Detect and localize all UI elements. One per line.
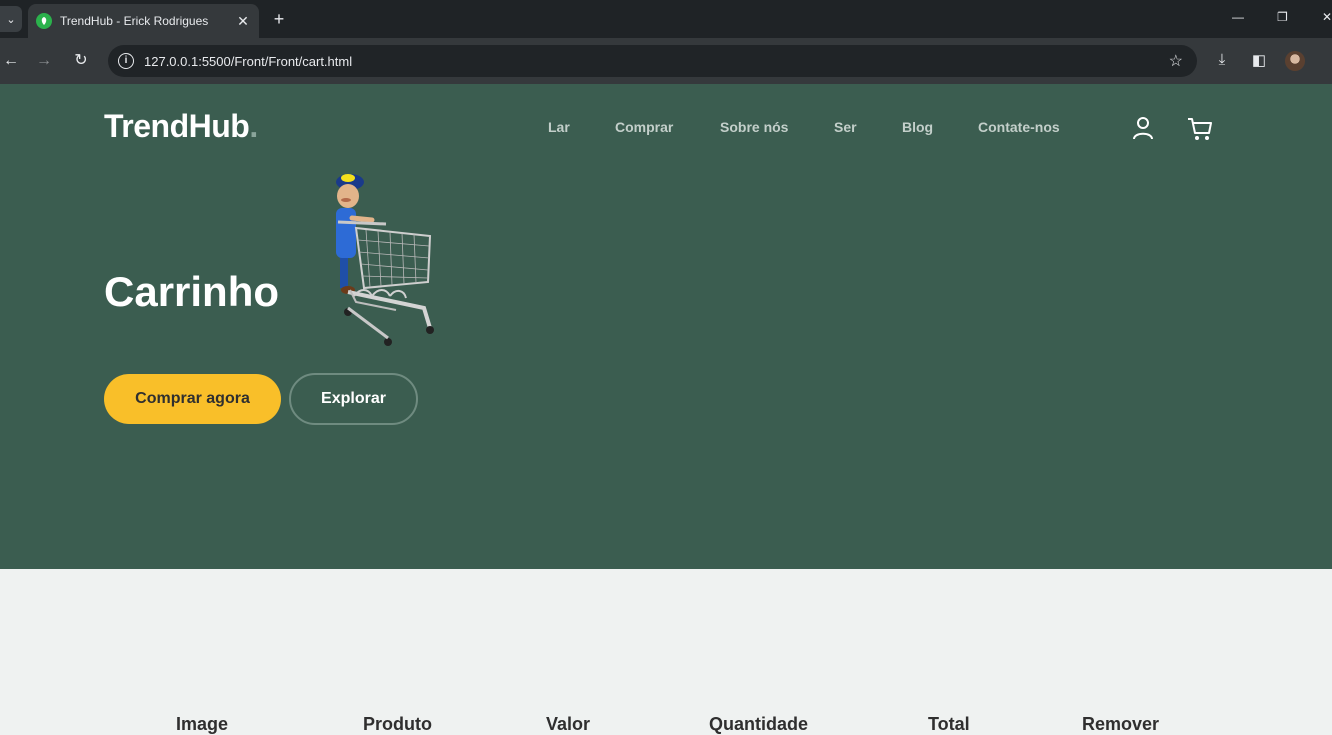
site-info-icon[interactable]: i: [118, 53, 134, 69]
logo-text: TrendHub: [104, 108, 250, 144]
logo-dot: .: [249, 108, 258, 144]
site-logo[interactable]: TrendHub.: [104, 108, 258, 145]
minimize-icon[interactable]: —: [1232, 10, 1244, 24]
restore-icon[interactable]: ❐: [1277, 10, 1288, 24]
column-header-valor: Valor: [546, 714, 591, 734]
nav-item-contate-nos[interactable]: Contate-nos: [978, 119, 1060, 135]
column-header-quantidade: Quantidade: [709, 714, 809, 734]
cart-icon[interactable]: [1186, 115, 1214, 143]
address-bar[interactable]: i 127.0.0.1:5500/Front/Front/cart.html ☆: [108, 45, 1197, 77]
nav-item-lar[interactable]: Lar: [548, 119, 570, 135]
side-panel-icon[interactable]: ◧: [1249, 51, 1269, 71]
column-header-produto: Produto: [363, 714, 432, 734]
browser-tab[interactable]: TrendHub - Erick Rodrigues ✕: [28, 4, 259, 38]
bookmark-star-icon[interactable]: ☆: [1169, 51, 1183, 71]
leaf-icon: [36, 13, 52, 29]
nav-item-blog[interactable]: Blog: [902, 119, 933, 135]
nav-item-ser[interactable]: Ser: [834, 119, 857, 135]
shopping-cart-mascot-image: [336, 174, 434, 346]
profile-avatar[interactable]: [1285, 51, 1305, 71]
tab-search-button[interactable]: ⌄: [0, 6, 22, 32]
buy-now-button[interactable]: Comprar agora: [104, 374, 281, 424]
explore-button[interactable]: Explorar: [289, 373, 418, 425]
tab-title: TrendHub - Erick Rodrigues: [60, 14, 209, 28]
column-header-image: Image: [176, 714, 229, 734]
user-icon[interactable]: [1131, 115, 1155, 141]
close-tab-icon[interactable]: ✕: [235, 13, 251, 30]
download-icon[interactable]: ⤓: [1212, 51, 1232, 71]
url-text[interactable]: 127.0.0.1:5500/Front/Front/cart.html: [144, 54, 1169, 69]
nav-item-sobre-nos[interactable]: Sobre nós: [720, 119, 788, 135]
browser-toolbar: ← → ↻ i 127.0.0.1:5500/Front/Front/cart.…: [0, 38, 1332, 84]
column-header-remover: Remover: [1082, 714, 1160, 734]
nav-item-comprar[interactable]: Comprar: [615, 119, 673, 135]
column-header-total: Total: [928, 714, 970, 734]
browser-tabbar: ⌄ TrendHub - Erick Rodrigues ✕ + — ❐ ✕: [0, 0, 1332, 38]
back-icon[interactable]: ←: [0, 50, 22, 72]
page-title: Carrinho: [104, 268, 280, 315]
close-window-icon[interactable]: ✕: [1322, 10, 1332, 24]
reload-icon[interactable]: ↻: [70, 50, 92, 72]
hero-section: [0, 84, 1332, 569]
new-tab-button[interactable]: +: [268, 8, 290, 30]
forward-icon[interactable]: →: [33, 50, 55, 72]
